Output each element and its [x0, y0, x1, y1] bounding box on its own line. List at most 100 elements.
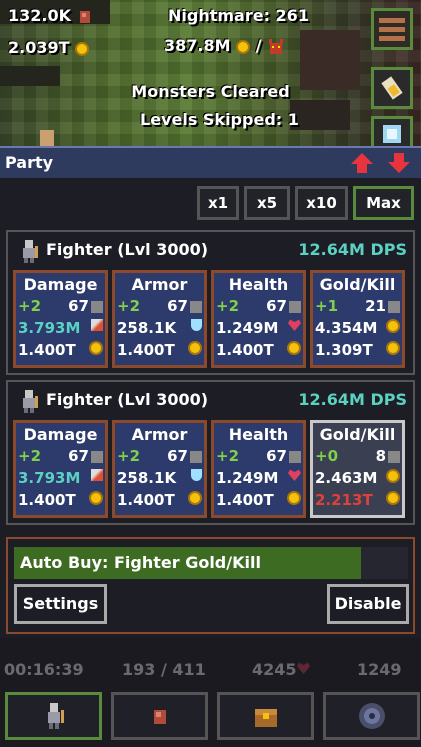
stat-level: 67 — [167, 297, 188, 315]
stat-level: 67 — [68, 297, 89, 315]
coin-icon — [89, 491, 103, 505]
stat-armor-button[interactable]: Armor +2 67 258.1K 1.400T — [112, 270, 207, 368]
stat-level: 67 — [266, 447, 287, 465]
shield-icon — [191, 319, 202, 331]
stat-title: Health — [228, 275, 289, 294]
hero-name: Fighter (Lvl 3000) — [46, 390, 209, 409]
stat-plus: +2 — [216, 297, 240, 315]
gold-count: 2.039T — [8, 38, 70, 57]
stat-level: 67 — [68, 447, 89, 465]
stat-health-button[interactable]: Health +2 67 1.249M 1.400T — [211, 270, 306, 368]
stage-progress: 193 / 411 — [122, 660, 206, 679]
boss-hp: 387.8M / — [164, 36, 285, 56]
stat-goldkill-button[interactable]: Gold/Kill +0 8 2.463M 2.213T — [310, 420, 405, 518]
stat-value: 3.793M — [18, 469, 81, 487]
multiplier-x5-button[interactable]: x5 — [244, 186, 290, 220]
stat-cost: 1.400T — [18, 491, 76, 509]
hero-card: Fighter (Lvl 3000) 12.64M DPS Damage +2 6… — [6, 380, 415, 525]
stat-cost: 1.400T — [216, 341, 274, 359]
multiplier-max-button[interactable]: Max — [353, 186, 414, 220]
stat-cost: 1.400T — [117, 491, 175, 509]
team-attack: 1249 — [357, 660, 402, 679]
gem-counter: 132.0K — [8, 6, 93, 25]
multiplier-x1-button[interactable]: x1 — [197, 186, 239, 220]
coin-icon — [287, 491, 301, 505]
nightmare-level: Nightmare: 261 — [168, 6, 309, 25]
hero-sprite — [40, 130, 54, 146]
multiplier-x10-button[interactable]: x10 — [295, 186, 348, 220]
stat-health-button[interactable]: Health +2 67 1.249M 1.400T — [211, 420, 306, 518]
stat-plus: +2 — [216, 447, 240, 465]
hash-icon — [388, 450, 400, 463]
stat-level: 8 — [375, 447, 386, 465]
menu-button[interactable] — [371, 8, 413, 50]
party-header: Party — [0, 146, 421, 178]
stat-value: 4.354M — [315, 319, 378, 337]
disable-button[interactable]: Disable — [327, 584, 409, 624]
fighter-icon — [48, 703, 64, 729]
stat-value: 3.793M — [18, 319, 81, 337]
party-title: Party — [5, 153, 54, 172]
autobuy-label: Auto Buy: Fighter Gold/Kill — [20, 553, 261, 572]
coin-icon — [386, 319, 400, 333]
coin-icon — [386, 491, 400, 505]
nav-party-tab[interactable] — [5, 692, 102, 740]
portal-icon — [359, 703, 385, 729]
gold-counter: 2.039T — [8, 38, 90, 57]
hash-icon — [91, 450, 103, 463]
message-levels-skipped: Levels Skipped: 1 — [140, 110, 299, 129]
shield-icon — [191, 469, 202, 481]
potion-button[interactable] — [371, 67, 413, 109]
hero-card: Fighter (Lvl 3000) 12.64M DPS Damage +2 6… — [6, 230, 415, 375]
boss-separator: / — [255, 36, 262, 55]
arrow-up-icon[interactable] — [350, 151, 374, 175]
stat-value: 1.249M — [216, 469, 279, 487]
game-scene: 132.0K 2.039T Nightmare: 261 387.8M / Mo… — [0, 0, 421, 146]
hash-icon — [91, 300, 103, 313]
stat-title: Health — [228, 425, 289, 444]
arrow-down-icon[interactable] — [387, 151, 411, 175]
gem-icon — [79, 10, 90, 23]
stat-title: Gold/Kill — [319, 275, 396, 294]
nav-chest-tab[interactable] — [217, 692, 314, 740]
sword-icon — [91, 469, 103, 481]
stat-title: Armor — [131, 425, 188, 444]
sword-icon — [91, 319, 103, 331]
stat-value: 258.1K — [117, 319, 177, 337]
stat-cost: 1.400T — [18, 341, 76, 359]
message-monsters-cleared: Monsters Cleared — [131, 82, 290, 101]
coin-icon — [188, 491, 202, 505]
stat-value: 258.1K — [117, 469, 177, 487]
potion-icon — [381, 76, 403, 100]
stat-plus: +0 — [315, 447, 339, 465]
settings-button[interactable]: Settings — [14, 584, 107, 624]
coin-icon — [75, 41, 90, 56]
heart-icon — [288, 319, 301, 331]
stat-goldkill-button[interactable]: Gold/Kill +1 21 4.354M 1.309T — [310, 270, 405, 368]
stat-title: Damage — [23, 425, 98, 444]
stat-plus: +2 — [117, 447, 141, 465]
stat-title: Damage — [23, 275, 98, 294]
hash-icon — [190, 300, 202, 313]
stat-armor-button[interactable]: Armor +2 67 258.1K 1.400T — [112, 420, 207, 518]
stat-damage-button[interactable]: Damage +2 67 3.793M 1.400T — [13, 420, 108, 518]
hamburger-icon — [379, 18, 405, 41]
stat-damage-button[interactable]: Damage +2 67 3.793M 1.400T — [13, 270, 108, 368]
stat-level: 67 — [266, 297, 287, 315]
stat-title: Armor — [131, 275, 188, 294]
nav-items-tab[interactable] — [111, 692, 208, 740]
nav-portal-tab[interactable] — [323, 692, 420, 740]
coin-icon — [188, 341, 202, 355]
stat-value: 2.463M — [315, 469, 378, 487]
hero-dps: 12.64M DPS — [298, 390, 407, 409]
stat-cost: 1.400T — [117, 341, 175, 359]
hero-name: Fighter (Lvl 3000) — [46, 240, 209, 259]
team-health: 4245 — [252, 660, 297, 679]
gem-icon — [154, 710, 166, 724]
stat-cost: 1.400T — [216, 491, 274, 509]
autobuy-progress-track: Auto Buy: Fighter Gold/Kill — [14, 547, 408, 579]
stat-value: 1.249M — [216, 319, 279, 337]
shrine-button[interactable] — [371, 116, 413, 146]
chest-icon — [255, 709, 277, 727]
coin-icon — [287, 341, 301, 355]
